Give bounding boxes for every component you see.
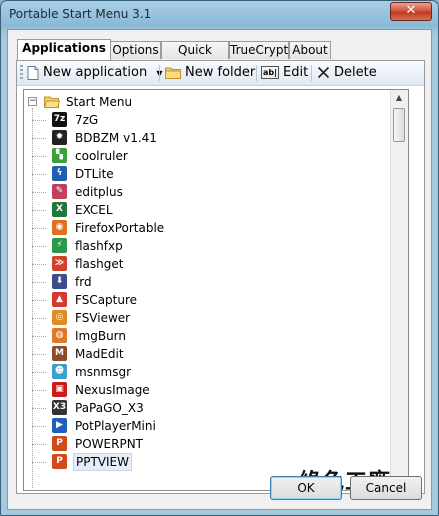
tab-quick-start[interactable]: Quick Start bbox=[161, 41, 229, 74]
start-menu-tree[interactable]: − Start Menu 7z 7zG ✹ BDBZM v1.41 ▚ coolruler… bbox=[23, 89, 409, 491]
applications-panel: New application ▼ New folder ab|Edit bbox=[16, 60, 425, 495]
fsviewer-icon: ◎ bbox=[52, 310, 67, 325]
tree-connector bbox=[32, 156, 46, 157]
tree-item-label: frd bbox=[75, 275, 92, 289]
tree-item-label: FirefoxPortable bbox=[75, 221, 165, 235]
tab-about[interactable]: About bbox=[289, 41, 331, 59]
potplayer-icon: ▶ bbox=[52, 418, 67, 433]
tree-item-label: PaPaGO_X3 bbox=[75, 401, 144, 415]
tree-connector bbox=[32, 192, 46, 193]
tree-item-label: PPTVIEW bbox=[73, 453, 132, 471]
tree-item-label: EXCEL bbox=[75, 203, 113, 217]
tree-connector bbox=[32, 354, 46, 355]
tree-connector bbox=[32, 282, 46, 283]
tree-connector bbox=[32, 174, 46, 175]
close-icon: ✕ bbox=[405, 3, 417, 18]
toolbar-grip[interactable] bbox=[20, 65, 23, 81]
bdbzm-icon: ✹ bbox=[52, 130, 67, 145]
edit-label: Edit bbox=[283, 65, 309, 80]
tab-applications[interactable]: Applications bbox=[17, 39, 111, 60]
excel-icon: X bbox=[52, 202, 67, 217]
imgburn-icon: ◍ bbox=[52, 328, 67, 343]
7z-icon: 7z bbox=[52, 112, 67, 127]
folder-open-icon bbox=[44, 96, 60, 108]
tree-item-label: 7zG bbox=[75, 113, 99, 127]
vertical-scrollbar[interactable]: ▲ ▼ bbox=[390, 90, 408, 490]
tab-options[interactable]: Options bbox=[110, 41, 161, 59]
tree-connector bbox=[32, 408, 46, 409]
edit-button[interactable]: ab| Edit bbox=[261, 63, 308, 83]
tree-item-label: FSViewer bbox=[75, 311, 131, 325]
tree-item-label: BDBZM v1.41 bbox=[75, 131, 157, 145]
tree-connector bbox=[32, 444, 46, 445]
new-document-icon bbox=[27, 65, 39, 80]
pptview-icon: P bbox=[52, 454, 67, 469]
tree-item-label: editplus bbox=[75, 185, 123, 199]
tree-connector bbox=[32, 390, 46, 391]
new-folder-button[interactable]: New folder bbox=[165, 63, 255, 83]
tree-item-label: MadEdit bbox=[75, 347, 124, 361]
editplus-icon: ✎ bbox=[52, 184, 67, 199]
tree-connector bbox=[32, 372, 46, 373]
tree-item-label: flashget bbox=[75, 257, 124, 271]
tree-item-label: POWERPNT bbox=[75, 437, 144, 451]
tree-item-label: ImgBurn bbox=[75, 329, 127, 343]
rename-icon: ab| bbox=[261, 66, 280, 79]
tree-connector bbox=[32, 426, 46, 427]
ok-button[interactable]: OK bbox=[270, 476, 342, 500]
collapse-icon[interactable]: − bbox=[28, 97, 37, 106]
tree-connector bbox=[32, 210, 46, 211]
daemon-tools-icon: ϟ bbox=[52, 166, 67, 181]
tree-connector bbox=[32, 120, 46, 121]
delete-button[interactable]: Delete bbox=[317, 63, 377, 83]
toolbar-separator bbox=[159, 65, 160, 81]
nexusimage-icon: ▣ bbox=[52, 382, 67, 397]
app-window: Portable Start Menu 3.1 ✕ Applications O… bbox=[0, 0, 439, 516]
tree-item-label: NexusImage bbox=[75, 383, 150, 397]
tree-connector bbox=[32, 300, 46, 301]
delete-x-icon bbox=[317, 66, 330, 79]
tree-connector bbox=[32, 318, 46, 319]
tree-connector bbox=[32, 138, 46, 139]
tree-item-label: DTLite bbox=[75, 167, 114, 181]
dialog-client-area: Applications Options Quick Start TrueCry… bbox=[7, 29, 432, 510]
tree-item-label: PotPlayerMini bbox=[75, 419, 156, 433]
window-title: Portable Start Menu 3.1 bbox=[9, 7, 152, 21]
delete-label: Delete bbox=[334, 65, 377, 80]
tree-item-label: msnmsgr bbox=[75, 365, 132, 379]
tree-guide-line bbox=[32, 108, 33, 488]
tree-item-label: FSCapture bbox=[75, 293, 138, 307]
ruler-icon: ▚ bbox=[52, 148, 67, 163]
tree-connector bbox=[32, 228, 46, 229]
powerpoint-icon: P bbox=[52, 436, 67, 451]
fscapture-icon: ▲ bbox=[52, 292, 67, 307]
msn-icon: ☻ bbox=[52, 364, 67, 379]
papago-icon: X3 bbox=[52, 400, 67, 415]
tree-item-label: coolruler bbox=[75, 149, 128, 163]
tree-connector bbox=[32, 264, 46, 265]
new-application-label: New application bbox=[43, 65, 148, 80]
scroll-up-arrow-icon[interactable]: ▲ bbox=[391, 90, 407, 106]
madedit-icon: M bbox=[52, 346, 67, 361]
download-icon: ⬇ bbox=[52, 274, 67, 289]
close-button[interactable]: ✕ bbox=[390, 2, 432, 21]
toolbar-separator bbox=[256, 65, 257, 81]
cancel-button[interactable]: Cancel bbox=[350, 476, 422, 500]
new-folder-label: New folder bbox=[185, 65, 256, 80]
tree-connector bbox=[32, 246, 46, 247]
scrollbar-thumb[interactable] bbox=[393, 108, 405, 142]
toolbar-separator bbox=[311, 65, 312, 81]
tree-connector bbox=[32, 462, 46, 463]
flashget-icon: ≫ bbox=[52, 256, 67, 271]
tree-connector bbox=[32, 336, 46, 337]
toolbar: New application ▼ New folder ab|Edit bbox=[17, 61, 424, 86]
new-application-button[interactable]: New application ▼ bbox=[27, 63, 163, 83]
folder-icon bbox=[165, 67, 181, 79]
tree-root-label: Start Menu bbox=[66, 95, 133, 109]
tab-truecrypt[interactable]: TrueCrypt bbox=[229, 41, 289, 59]
title-bar[interactable]: Portable Start Menu 3.1 ✕ bbox=[1, 1, 438, 29]
flashfxp-icon: ⚡ bbox=[52, 238, 67, 253]
tree-item-label: flashfxp bbox=[75, 239, 123, 253]
firefox-icon: ◉ bbox=[52, 220, 67, 235]
